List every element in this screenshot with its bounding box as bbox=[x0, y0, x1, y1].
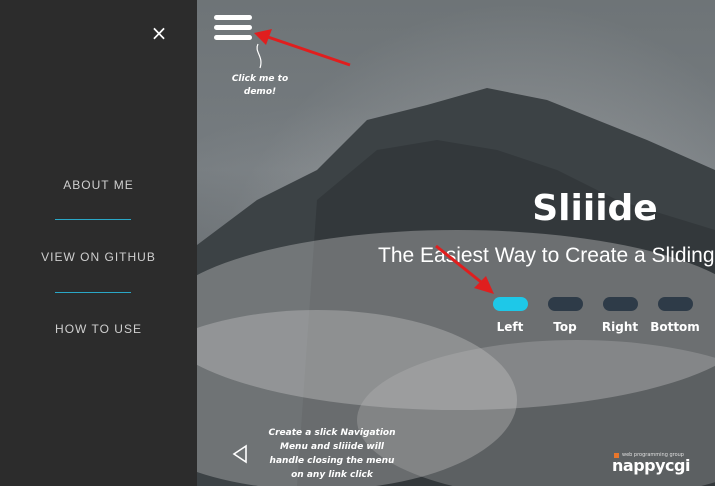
sidebar-item-how-to-use[interactable]: HOW TO USE bbox=[0, 322, 197, 336]
divider bbox=[55, 292, 131, 293]
logo-name: nappycgi bbox=[612, 456, 690, 475]
page-title: Sliiide bbox=[532, 188, 658, 229]
slide-right-button[interactable] bbox=[603, 297, 638, 311]
slide-right-label: Right bbox=[601, 320, 639, 334]
slide-left-label: Left bbox=[496, 320, 524, 334]
sidebar-item-view-on-github[interactable]: VIEW ON GITHUB bbox=[0, 250, 197, 264]
close-icon[interactable]: × bbox=[150, 23, 168, 43]
divider bbox=[55, 219, 131, 220]
slide-top-label: Top bbox=[553, 320, 577, 334]
demo-hint: Click me to demo! bbox=[231, 74, 289, 97]
slide-top-button[interactable] bbox=[548, 297, 583, 311]
sidebar-menu: × ABOUT ME VIEW ON GITHUB HOW TO USE bbox=[0, 0, 197, 486]
slide-left-button[interactable] bbox=[493, 297, 528, 311]
slide-bottom-button[interactable] bbox=[658, 297, 693, 311]
hamburger-menu-icon[interactable] bbox=[214, 15, 252, 41]
sidebar-item-about-me[interactable]: ABOUT ME bbox=[0, 178, 197, 192]
play-back-icon[interactable] bbox=[230, 444, 250, 464]
page-subtitle: The Easiest Way to Create a Sliding I bbox=[378, 244, 715, 267]
slide-bottom-label: Bottom bbox=[650, 320, 700, 334]
bottom-note: Create a slick Navigation Menu and sliii… bbox=[268, 428, 396, 480]
